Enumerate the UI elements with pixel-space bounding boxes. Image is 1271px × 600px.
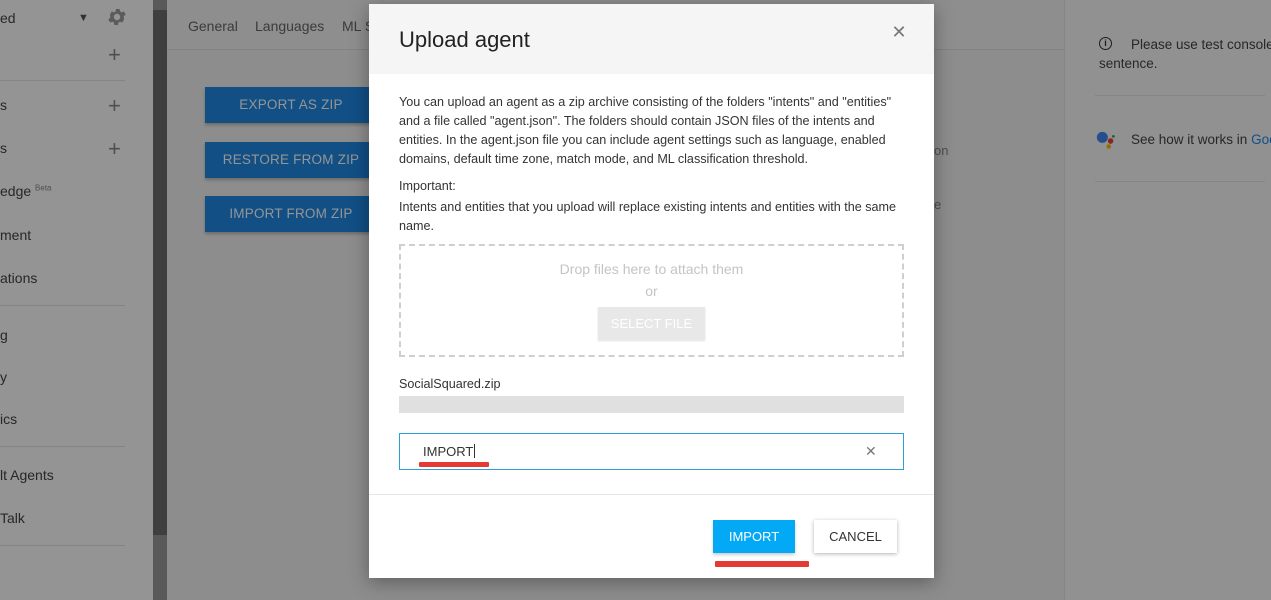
select-file-button[interactable]: SELECT FILE xyxy=(598,307,705,340)
important-label: Important: xyxy=(399,179,456,193)
clear-input-icon[interactable]: ✕ xyxy=(865,443,877,460)
confirm-input-text: IMPORT xyxy=(423,444,474,459)
file-dropzone[interactable]: Drop files here to attach them or SELECT… xyxy=(399,244,904,357)
important-text: Intents and entities that you upload wil… xyxy=(399,200,897,233)
upload-agent-dialog: Upload agent ✕ You can upload an agent a… xyxy=(369,4,934,578)
annotation-underline xyxy=(715,561,809,567)
annotation-underline xyxy=(419,462,489,467)
dialog-header: Upload agent ✕ xyxy=(369,4,934,74)
dialog-footer-divider xyxy=(369,494,934,495)
close-icon[interactable]: ✕ xyxy=(889,22,909,43)
upload-description: You can upload an agent as a zip archive… xyxy=(399,95,892,166)
dropzone-or: or xyxy=(645,283,658,299)
import-button[interactable]: IMPORT xyxy=(713,520,795,553)
uploaded-file-name: SocialSquared.zip xyxy=(399,377,501,391)
dialog-title: Upload agent xyxy=(399,27,530,52)
confirm-input-value: IMPORT xyxy=(423,444,476,459)
upload-progress-bar xyxy=(399,396,904,413)
cancel-button[interactable]: CANCEL xyxy=(814,520,897,553)
text-cursor xyxy=(474,444,476,458)
upload-progress-fill xyxy=(399,396,904,413)
dropzone-text: Drop files here to attach them xyxy=(559,261,744,277)
